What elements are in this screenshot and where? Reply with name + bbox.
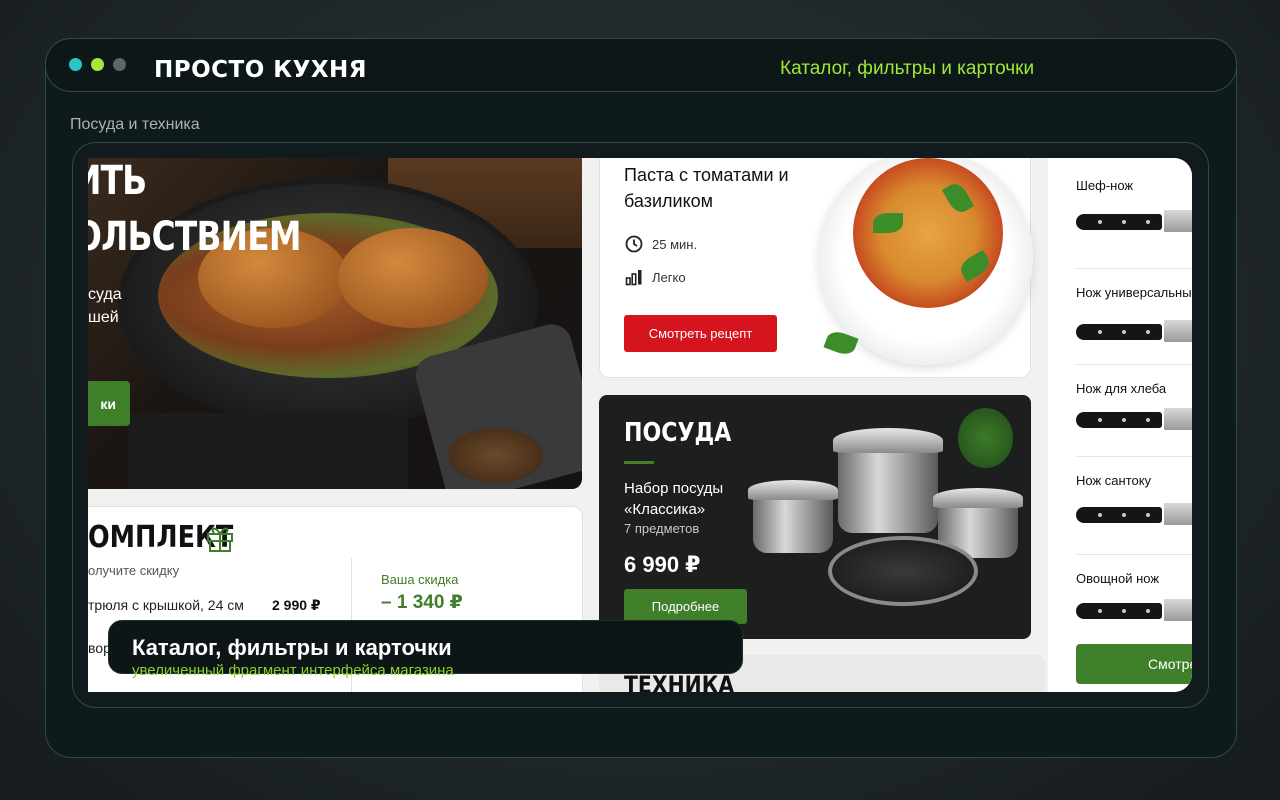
- window-dot-gray[interactable]: [113, 58, 126, 71]
- discount-label: Ваша скидка: [381, 572, 459, 587]
- set-item-price: 2 990 ₽: [272, 597, 321, 613]
- knife-image[interactable]: [1076, 408, 1192, 430]
- knife-name[interactable]: Шеф-нож: [1076, 178, 1133, 193]
- pot-image: [838, 443, 938, 533]
- knife-image[interactable]: [1076, 599, 1192, 621]
- recipe-difficulty: Легко: [652, 270, 686, 285]
- cookware-count: 7 предметов: [624, 521, 700, 536]
- brand-title: ПРОСТО КУХНЯ: [154, 57, 368, 83]
- divider: [1076, 364, 1192, 365]
- recipe-title: Паста с томатами и базиликом: [624, 165, 789, 211]
- clock-icon: [625, 235, 643, 253]
- knife-name[interactable]: Нож сантоку: [1076, 473, 1151, 488]
- knife-image[interactable]: [1076, 320, 1192, 342]
- window-dot-cyan[interactable]: [69, 58, 82, 71]
- cookware-price: 6 990 ₽: [624, 552, 701, 577]
- divider: [1076, 554, 1192, 555]
- hero-title-line2: ОЛЬСТВИЕМ: [88, 214, 302, 260]
- heading-underline: [624, 461, 654, 464]
- hero-title-line1: ИТЬ: [88, 158, 147, 204]
- hero-text-line1: суда: [88, 286, 122, 303]
- lid-image: [833, 428, 943, 453]
- knife-image[interactable]: [1076, 503, 1192, 525]
- divider: [1076, 268, 1192, 269]
- pasta-image: [853, 158, 1003, 308]
- caption-title: Каталог, фильтры и карточки: [132, 635, 452, 660]
- knife-name[interactable]: Нож универсальный: [1076, 285, 1192, 300]
- details-button[interactable]: Подробнее: [624, 589, 747, 624]
- gift-icon: [207, 527, 233, 552]
- plant-image: [958, 408, 1013, 468]
- lid-image: [933, 488, 1023, 508]
- cookware-name: Набор посуды «Классика»: [624, 480, 724, 518]
- view-knives-button[interactable]: Смотреть: [1076, 644, 1192, 684]
- cookware-heading: ПОСУДА: [624, 418, 732, 448]
- knife-name[interactable]: Овощной нож: [1076, 571, 1159, 586]
- set-item-name: трюля с крышкой, 24 см: [88, 597, 244, 613]
- appliances-heading: ТЕХНИКА: [624, 671, 735, 692]
- store-preview: ИТЬ ОЛЬСТВИЕМ суда шей ки ОМПЛЕКТ олучит…: [88, 158, 1192, 692]
- stove-image: [128, 413, 408, 489]
- header-subtitle: Каталог, фильтры и карточки: [780, 58, 1035, 79]
- discount-value: – 1 340 ₽: [381, 592, 463, 613]
- hero-banner[interactable]: ИТЬ ОЛЬСТВИЕМ суда шей ки: [88, 158, 582, 489]
- knife-image[interactable]: [1076, 210, 1192, 232]
- divider: [1076, 456, 1192, 457]
- difficulty-icon: [625, 270, 642, 286]
- hero-button[interactable]: ки: [88, 381, 130, 426]
- lid-image: [748, 480, 838, 500]
- pot-image: [753, 493, 833, 553]
- view-recipe-button[interactable]: Смотреть рецепт: [624, 315, 777, 352]
- chicken-image: [338, 228, 488, 328]
- breadcrumb[interactable]: Посуда и техника: [70, 116, 200, 134]
- spice-bowl-image: [448, 428, 543, 483]
- knife-name[interactable]: Нож для хлеба: [1076, 381, 1166, 396]
- caption-subtitle: увеличенный фрагмент интерфейса магазина: [132, 662, 454, 679]
- set-subtitle: олучите скидку: [88, 563, 180, 578]
- basil-leaf-image: [873, 213, 903, 233]
- hero-text-line2: шей: [88, 309, 119, 326]
- recipe-time: 25 мин.: [652, 237, 698, 252]
- window-dot-lime[interactable]: [91, 58, 104, 71]
- skillet-image: [828, 536, 978, 606]
